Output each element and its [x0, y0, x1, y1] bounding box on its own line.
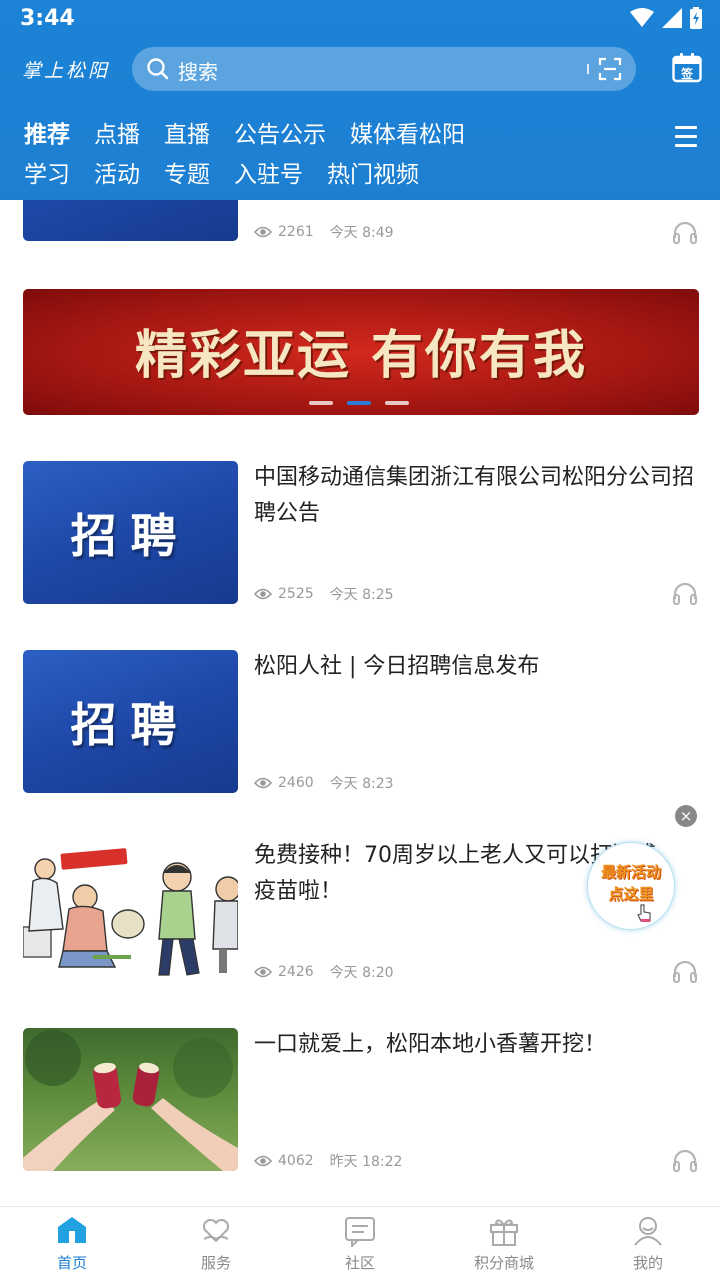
activity-line-1: 最新活动: [600, 863, 661, 881]
tab-label: 社区: [344, 1254, 375, 1272]
activity-line-2: 点这里: [608, 885, 654, 903]
view-count: 2460: [278, 775, 314, 791]
eye-icon: [254, 588, 272, 600]
news-title[interactable]: 中国移动通信集团浙江有限公司松阳分公司招聘公告: [254, 460, 694, 532]
bottom-tab-bar: 首页 服务 社区 积分商城 我的: [0, 1206, 720, 1280]
channel-tab[interactable]: 直播: [164, 115, 210, 149]
news-meta: 2525 今天 8:25: [254, 584, 394, 604]
battery-icon: [690, 7, 702, 29]
news-meta: 2460 今天 8:23: [254, 773, 394, 793]
news-title[interactable]: 一口就爱上，松阳本地小香薯开挖！: [254, 1027, 694, 1063]
vaccine-illustration: [23, 839, 238, 982]
channel-tab[interactable]: 媒体看松阳: [350, 115, 465, 149]
carousel-dot[interactable]: [309, 401, 333, 405]
channel-tab[interactable]: 推荐: [24, 115, 70, 149]
tab-service[interactable]: 服务: [144, 1207, 288, 1280]
signin-calendar-icon[interactable]: 签: [672, 53, 702, 83]
tab-mine[interactable]: 我的: [576, 1207, 720, 1280]
news-title[interactable]: 松阳人社 | 今日招聘信息发布: [254, 649, 694, 685]
signal-icon: [662, 8, 682, 28]
channel-tab[interactable]: 活动: [94, 155, 140, 189]
eye-icon: [254, 1155, 272, 1167]
carousel-dots: [309, 401, 409, 405]
tab-label: 服务: [200, 1254, 231, 1272]
floating-activity-button[interactable]: 最新活动 点这里: [587, 842, 675, 930]
news-thumbnail[interactable]: [23, 839, 238, 982]
tab-points-mall[interactable]: 积分商城: [432, 1207, 576, 1280]
news-feed[interactable]: 2261 今天 8:49 精彩亚运 有你有我 招聘 中国移动通信集团浙江有限公司…: [0, 200, 720, 1206]
news-thumbnail[interactable]: [23, 200, 238, 241]
chat-icon: [345, 1217, 375, 1247]
status-time: 3:44: [20, 6, 75, 31]
channel-nav-row-2: 学习 活动 专题 入驻号 热门视频: [24, 155, 443, 189]
search-bar[interactable]: 搜索: [132, 47, 636, 91]
svg-text:签: 签: [680, 66, 694, 81]
publish-time: 今天 8:49: [329, 225, 394, 241]
carousel-dot[interactable]: [385, 401, 409, 405]
view-count: 2426: [278, 964, 314, 980]
app-screen: 3:44 掌上松阳 搜索 签 推荐 点播 直播 公告公示 媒体看松阳 学习 活动 专题 入驻号…: [0, 0, 720, 1280]
promo-banner[interactable]: 精彩亚运 有你有我: [23, 289, 699, 415]
tab-label: 积分商城: [473, 1254, 534, 1272]
view-count: 4062: [278, 1153, 314, 1169]
news-meta: 4062 昨天 18:22: [254, 1151, 402, 1171]
news-meta: 2426 今天 8:20: [254, 962, 394, 982]
scan-icon[interactable]: [598, 57, 622, 81]
search-divider: [587, 64, 589, 74]
heart-hand-icon: [202, 1218, 230, 1243]
eye-icon: [254, 226, 272, 238]
tab-home[interactable]: 首页: [0, 1207, 144, 1280]
thumbnail-text: 招聘: [70, 697, 191, 752]
carousel-dot-active[interactable]: [347, 401, 371, 405]
search-placeholder: 搜索: [178, 60, 218, 84]
top-header: 3:44 掌上松阳 搜索 签 推荐 点播 直播 公告公示 媒体看松阳 学习 活动 专题 入驻号…: [0, 0, 720, 200]
menu-icon[interactable]: [675, 126, 697, 153]
channel-tab[interactable]: 点播: [94, 115, 140, 149]
news-thumbnail[interactable]: 招聘: [23, 650, 238, 793]
channel-nav-row-1: 推荐 点播 直播 公告公示 媒体看松阳: [24, 115, 489, 149]
hand-pointer-icon: [637, 904, 651, 922]
tab-community[interactable]: 社区: [288, 1207, 432, 1280]
app-logo: 掌上松阳: [22, 60, 111, 82]
publish-time: 今天 8:20: [329, 965, 394, 981]
close-ad-button[interactable]: ×: [675, 805, 697, 827]
news-meta: 2261 今天 8:49: [254, 222, 394, 242]
status-bar: 3:44: [0, 0, 720, 38]
thumbnail-text: 招聘: [70, 508, 191, 563]
gift-icon: [490, 1219, 518, 1246]
status-icons: [630, 7, 702, 29]
tab-label: 首页: [56, 1254, 87, 1272]
home-icon: [58, 1217, 86, 1243]
news-thumbnail[interactable]: [23, 1028, 238, 1171]
headphone-icon[interactable]: [672, 581, 698, 605]
publish-time: 今天 8:25: [329, 587, 394, 603]
wifi-icon: [630, 8, 654, 27]
eye-icon: [254, 966, 272, 978]
publish-time: 今天 8:23: [329, 776, 394, 792]
tab-label: 我的: [632, 1254, 663, 1272]
search-icon: [147, 58, 169, 80]
news-thumbnail[interactable]: 招聘: [23, 461, 238, 604]
headphone-icon[interactable]: [672, 959, 698, 983]
publish-time: 昨天 18:22: [329, 1154, 403, 1170]
channel-tab[interactable]: 入驻号: [234, 155, 303, 189]
view-count: 2525: [278, 586, 314, 602]
channel-tab[interactable]: 专题: [164, 155, 210, 189]
channel-tab[interactable]: 学习: [24, 155, 70, 189]
eye-icon: [254, 777, 272, 789]
view-count: 2261: [278, 224, 314, 240]
channel-tab[interactable]: 公告公示: [234, 115, 326, 149]
user-icon: [634, 1217, 662, 1246]
sweet-potato-photo: [23, 1030, 238, 1171]
channel-tab[interactable]: 热门视频: [327, 155, 419, 189]
headphone-icon[interactable]: [672, 220, 698, 244]
headphone-icon[interactable]: [672, 1148, 698, 1172]
banner-text: 精彩亚运 有你有我: [134, 326, 588, 386]
